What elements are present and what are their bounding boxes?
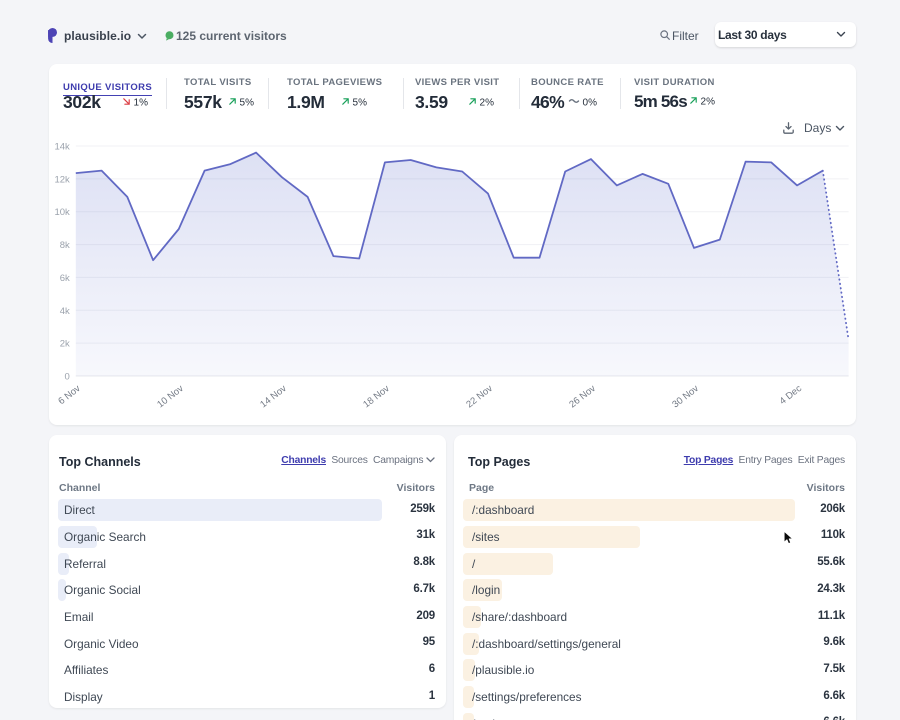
svg-text:0: 0: [65, 372, 70, 383]
svg-text:6 Nov: 6 Nov: [56, 383, 83, 407]
svg-text:22 Nov: 22 Nov: [464, 383, 495, 410]
svg-text:6k: 6k: [60, 273, 70, 284]
svg-text:14 Nov: 14 Nov: [258, 383, 289, 410]
svg-text:4 Dec: 4 Dec: [778, 383, 805, 407]
svg-text:10 Nov: 10 Nov: [155, 383, 186, 410]
svg-text:14k: 14k: [54, 142, 70, 153]
svg-text:8k: 8k: [60, 240, 70, 251]
svg-text:10k: 10k: [54, 207, 70, 218]
svg-text:26 Nov: 26 Nov: [567, 383, 598, 410]
svg-text:30 Nov: 30 Nov: [670, 383, 701, 410]
svg-text:18 Nov: 18 Nov: [361, 383, 392, 410]
svg-text:4k: 4k: [60, 306, 70, 317]
svg-text:12k: 12k: [54, 174, 70, 185]
svg-text:2k: 2k: [60, 339, 70, 350]
